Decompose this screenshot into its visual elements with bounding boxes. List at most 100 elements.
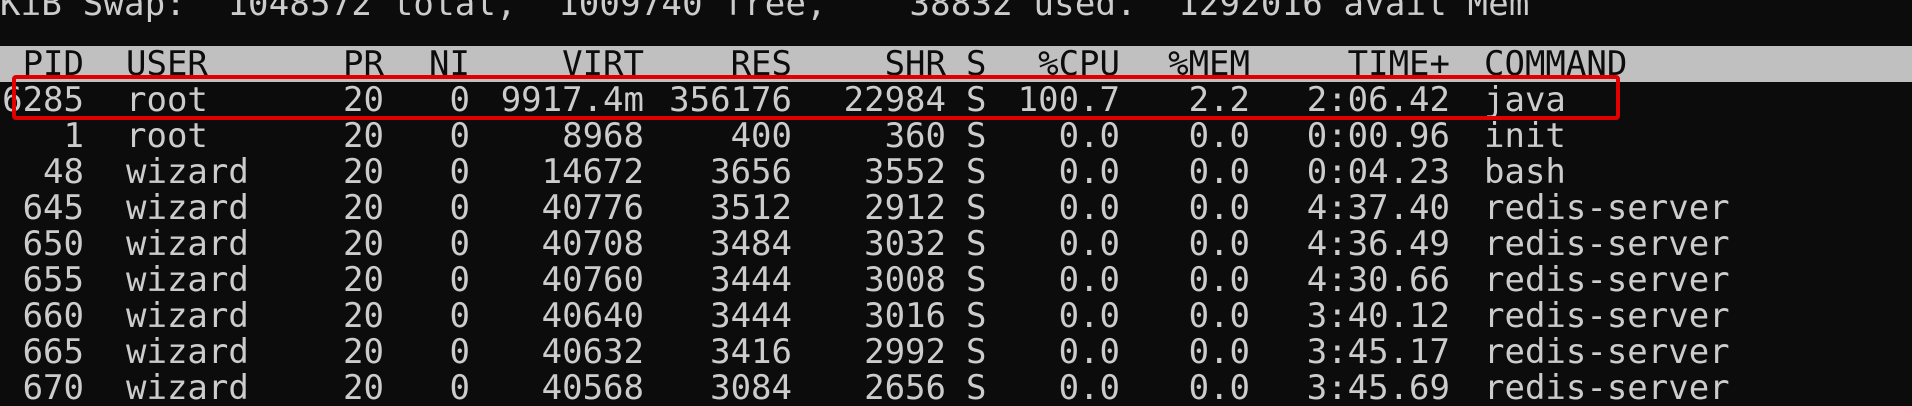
- cell-command: bash: [1484, 152, 1566, 192]
- cell-time: 3:45.17: [1306, 332, 1450, 372]
- cell-pid: 650: [22, 224, 84, 264]
- process-row[interactable]: 670 wizard 20 0 40568 3084 2656 S 0.0 0.0 3:45.69 r…: [0, 370, 1912, 406]
- header-virt: VIRT: [562, 44, 644, 84]
- cell-pr: 20: [343, 296, 384, 336]
- cell-res: 3484: [710, 224, 792, 264]
- cell-virt: 8968: [562, 116, 644, 156]
- cell-virt: 14672: [541, 152, 644, 192]
- cell-user: root: [126, 116, 208, 156]
- cell-mem: 0.0: [1188, 116, 1250, 156]
- cell-time: 4:37.40: [1306, 188, 1450, 228]
- cell-mem: 0.0: [1188, 368, 1250, 406]
- cell-ni: 0: [449, 80, 470, 120]
- cell-user: wizard: [126, 260, 249, 300]
- cell-ni: 0: [449, 260, 470, 300]
- cell-mem: 0.0: [1188, 188, 1250, 228]
- cell-res: 3444: [710, 296, 792, 336]
- cell-user: wizard: [126, 188, 249, 228]
- cell-pr: 20: [343, 188, 384, 228]
- cell-state: S: [966, 368, 987, 406]
- cell-res: 3444: [710, 260, 792, 300]
- header-time: TIME+: [1347, 44, 1450, 84]
- cell-virt: 40776: [541, 188, 644, 228]
- swap-summary-line: KiB Swap: 1048572 total, 1009740 free, 3…: [0, 0, 1530, 24]
- cell-ni: 0: [449, 188, 470, 228]
- cell-time: 4:30.66: [1306, 260, 1450, 300]
- process-row[interactable]: 6285 root 20 0 9917.4m 356176 22984 S 100.7 2.2 2:…: [0, 82, 1912, 118]
- cell-pid: 645: [22, 188, 84, 228]
- cell-pid: 655: [22, 260, 84, 300]
- cell-command: java: [1484, 80, 1566, 120]
- header-command: COMMAND: [1484, 44, 1628, 84]
- process-row[interactable]: 645 wizard 20 0 40776 3512 2912 S 0.0 0.0 4:37.40 r…: [0, 190, 1912, 226]
- cell-time: 3:40.12: [1306, 296, 1450, 336]
- header-mem: %MEM: [1168, 44, 1250, 84]
- cell-cpu: 100.7: [1017, 80, 1120, 120]
- cell-pid: 6285: [2, 80, 84, 120]
- cell-shr: 2656: [864, 368, 946, 406]
- cell-cpu: 0.0: [1058, 116, 1120, 156]
- header-cpu: %CPU: [1038, 44, 1120, 84]
- cell-pid: 48: [43, 152, 84, 192]
- header-pid: PID: [22, 44, 84, 84]
- cell-ni: 0: [449, 368, 470, 406]
- cell-user: wizard: [126, 152, 249, 192]
- cell-pr: 20: [343, 368, 384, 406]
- cell-user: wizard: [126, 332, 249, 372]
- cell-shr: 3016: [864, 296, 946, 336]
- cell-res: 3512: [710, 188, 792, 228]
- cell-state: S: [966, 188, 987, 228]
- process-row[interactable]: 660 wizard 20 0 40640 3444 3016 S 0.0 0.0 3:40.12 r…: [0, 298, 1912, 334]
- cell-pr: 20: [343, 116, 384, 156]
- cell-pid: 665: [22, 332, 84, 372]
- cell-mem: 0.0: [1188, 296, 1250, 336]
- cell-shr: 360: [884, 116, 946, 156]
- process-row[interactable]: 655 wizard 20 0 40760 3444 3008 S 0.0 0.0 4:30.66 r…: [0, 262, 1912, 298]
- cell-state: S: [966, 260, 987, 300]
- cell-mem: 2.2: [1188, 80, 1250, 120]
- cell-mem: 0.0: [1188, 260, 1250, 300]
- cell-res: 3084: [710, 368, 792, 406]
- cell-res: 3656: [710, 152, 792, 192]
- cell-user: wizard: [126, 368, 249, 406]
- process-row[interactable]: 1 root 20 0 8968 400 360 S 0.0 0.0 0:00.96 init: [0, 118, 1912, 154]
- cell-cpu: 0.0: [1058, 224, 1120, 264]
- cell-command: redis-server: [1484, 296, 1730, 336]
- process-table-header: PID USER PR NI VIRT RES SHR S %CPU %MEM …: [0, 46, 1912, 82]
- cell-res: 356176: [669, 80, 792, 120]
- process-row[interactable]: 665 wizard 20 0 40632 3416 2992 S 0.0 0.0 3:45.17 r…: [0, 334, 1912, 370]
- process-row[interactable]: 650 wizard 20 0 40708 3484 3032 S 0.0 0.0 4:36.49 r…: [0, 226, 1912, 262]
- cell-pid: 1: [63, 116, 84, 156]
- cell-virt: 9917.4m: [500, 80, 644, 120]
- cell-state: S: [966, 152, 987, 192]
- cell-pr: 20: [343, 152, 384, 192]
- cell-ni: 0: [449, 332, 470, 372]
- cell-pr: 20: [343, 224, 384, 264]
- cell-ni: 0: [449, 296, 470, 336]
- cell-virt: 40708: [541, 224, 644, 264]
- header-user: USER: [126, 44, 208, 84]
- cell-command: redis-server: [1484, 260, 1730, 300]
- cell-mem: 0.0: [1188, 332, 1250, 372]
- cell-cpu: 0.0: [1058, 368, 1120, 406]
- cell-ni: 0: [449, 116, 470, 156]
- cell-command: init: [1484, 116, 1566, 156]
- cell-user: wizard: [126, 296, 249, 336]
- header-state: S: [966, 44, 987, 84]
- terminal-window[interactable]: KiB Swap: 1048572 total, 1009740 free, 3…: [0, 0, 1912, 406]
- process-row[interactable]: 48 wizard 20 0 14672 3656 3552 S 0.0 0.0 0:04.23 ba…: [0, 154, 1912, 190]
- cell-shr: 22984: [843, 80, 946, 120]
- cell-shr: 2912: [864, 188, 946, 228]
- cell-time: 2:06.42: [1306, 80, 1450, 120]
- cell-command: redis-server: [1484, 332, 1730, 372]
- cell-time: 0:04.23: [1306, 152, 1450, 192]
- header-res: RES: [730, 44, 792, 84]
- cell-shr: 3552: [864, 152, 946, 192]
- cell-state: S: [966, 296, 987, 336]
- cell-state: S: [966, 224, 987, 264]
- cell-pid: 660: [22, 296, 84, 336]
- cell-pid: 670: [22, 368, 84, 406]
- cell-shr: 3008: [864, 260, 946, 300]
- cell-time: 0:00.96: [1306, 116, 1450, 156]
- cell-pr: 20: [343, 332, 384, 372]
